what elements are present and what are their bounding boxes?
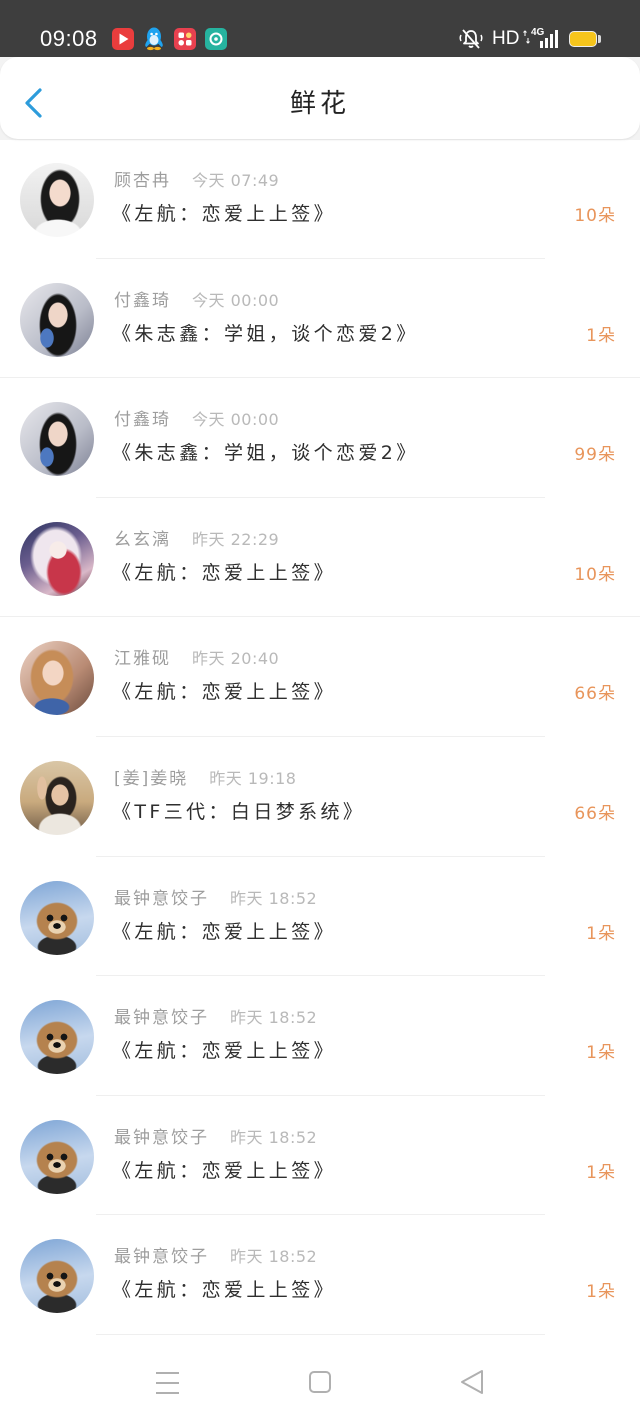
flower-count: 1朵 xyxy=(586,1043,616,1064)
book-title: 《朱志鑫：学姐，谈个恋爱2》 xyxy=(112,442,419,465)
item-meta: 最钟意饺子 昨天 18:52 xyxy=(114,1246,317,1268)
list-item[interactable]: 顾杏冉 今天 07:49 《左航：恋爱上上签》 10朵 xyxy=(0,139,640,259)
timestamp: 昨天 18:52 xyxy=(230,888,318,908)
data-arrows-icon xyxy=(523,29,530,44)
flower-count: 66朵 xyxy=(574,803,616,824)
book-title: 《左航：恋爱上上签》 xyxy=(112,920,337,943)
flower-count: 10朵 xyxy=(574,564,616,585)
recent-apps-button[interactable] xyxy=(151,1364,183,1396)
list-item[interactable]: 付鑫琦 今天 00:00 《朱志鑫：学姐，谈个恋爱2》 99朵 xyxy=(0,378,640,498)
battery-tip xyxy=(598,35,601,43)
timestamp: 今天 00:00 xyxy=(192,290,280,310)
avatar[interactable] xyxy=(20,760,94,835)
sender-name: [姜]姜晓 xyxy=(114,768,189,789)
book-title: 《朱志鑫：学姐，谈个恋爱2》 xyxy=(112,322,419,345)
timestamp: 今天 00:00 xyxy=(192,410,280,430)
item-meta: 最钟意饺子 昨天 18:52 xyxy=(114,1127,317,1149)
flower-count: 1朵 xyxy=(586,325,616,346)
flower-count: 99朵 xyxy=(574,445,616,466)
avatar[interactable] xyxy=(20,402,94,477)
menu-icon xyxy=(156,1372,179,1394)
hd-label: HD xyxy=(492,28,520,49)
list-item[interactable]: 幺玄漓 昨天 22:29 《左航：恋爱上上签》 10朵 xyxy=(0,498,640,618)
flower-count: 1朵 xyxy=(586,1162,616,1183)
sender-name: 最钟意饺子 xyxy=(114,1008,209,1029)
avatar[interactable] xyxy=(20,282,94,357)
avatar[interactable] xyxy=(20,163,94,237)
timestamp: 昨天 18:52 xyxy=(230,1247,318,1267)
avatar[interactable] xyxy=(20,641,94,716)
item-meta: [姜]姜晓 昨天 19:18 xyxy=(114,768,296,790)
list-item[interactable]: 付鑫琦 今天 00:00 《朱志鑫：学姐，谈个恋爱2》 1朵 xyxy=(0,259,640,379)
mute-icon xyxy=(457,27,485,51)
item-meta: 付鑫琦 今天 00:00 xyxy=(114,290,279,312)
system-nav-bar xyxy=(0,1342,640,1422)
avatar[interactable] xyxy=(20,1000,94,1075)
sender-name: 付鑫琦 xyxy=(114,410,171,431)
sender-name: 江雅砚 xyxy=(114,649,171,670)
gallery-app-icon xyxy=(174,28,196,50)
item-meta: 付鑫琦 今天 00:00 xyxy=(114,409,279,431)
chevron-left-icon xyxy=(25,88,42,118)
book-title: 《TF三代：白日梦系统》 xyxy=(112,800,366,823)
timestamp: 今天 07:49 xyxy=(192,171,280,190)
item-meta: 幺玄漓 昨天 22:29 xyxy=(114,529,279,551)
book-title: 《左航：恋爱上上签》 xyxy=(112,203,337,225)
flower-count: 66朵 xyxy=(574,684,616,705)
list-item[interactable]: 最钟意饺子 昨天 18:52 《左航：恋爱上上签》 1朵 xyxy=(0,1215,640,1335)
list-item[interactable]: 最钟意饺子 昨天 18:52 《左航：恋爱上上签》 1朵 xyxy=(0,976,640,1096)
avatar[interactable] xyxy=(20,1239,94,1314)
avatar[interactable] xyxy=(20,521,94,596)
video-app-icon xyxy=(112,28,134,50)
item-meta: 最钟意饺子 昨天 18:52 xyxy=(114,1007,317,1029)
item-meta: 江雅砚 昨天 20:40 xyxy=(114,648,279,670)
timestamp: 昨天 19:18 xyxy=(209,768,297,788)
avatar[interactable] xyxy=(20,1119,94,1194)
sender-name: 最钟意饺子 xyxy=(114,1127,209,1148)
page-title: 鲜花 xyxy=(289,89,350,119)
flower-list: 顾杏冉 今天 07:49 《左航：恋爱上上签》 10朵 付鑫琦 今天 00:00… xyxy=(0,139,640,1335)
home-button[interactable] xyxy=(304,1364,336,1396)
flower-count: 10朵 xyxy=(574,206,616,226)
timestamp: 昨天 20:40 xyxy=(192,649,280,669)
battery-icon xyxy=(569,31,597,47)
list-item[interactable]: [姜]姜晓 昨天 19:18 《TF三代：白日梦系统》 66朵 xyxy=(0,737,640,857)
sender-name: 最钟意饺子 xyxy=(114,1247,209,1268)
back-button[interactable] xyxy=(18,85,50,121)
header: 鲜花 xyxy=(0,57,640,139)
sender-name: 最钟意饺子 xyxy=(114,888,209,909)
book-title: 《左航：恋爱上上签》 xyxy=(112,1279,337,1302)
system-back-button[interactable] xyxy=(455,1364,487,1396)
qq-icon xyxy=(143,26,165,51)
home-icon xyxy=(309,1371,331,1393)
book-title: 《左航：恋爱上上签》 xyxy=(112,561,337,584)
list-item[interactable]: 最钟意饺子 昨天 18:52 《左航：恋爱上上签》 1朵 xyxy=(0,857,640,977)
status-time: 09:08 xyxy=(40,26,98,51)
status-bar: 09:08 HD 4G xyxy=(0,0,640,57)
signal-icon xyxy=(537,29,558,49)
flower-count: 1朵 xyxy=(586,923,616,944)
list-item[interactable]: 江雅砚 昨天 20:40 《左航：恋爱上上签》 66朵 xyxy=(0,617,640,737)
back-triangle-icon xyxy=(461,1370,483,1394)
sender-name: 付鑫琦 xyxy=(114,290,171,311)
book-title: 《左航：恋爱上上签》 xyxy=(112,1040,337,1063)
book-title: 《左航：恋爱上上签》 xyxy=(112,681,337,704)
timestamp: 昨天 22:29 xyxy=(192,529,280,549)
book-title: 《左航：恋爱上上签》 xyxy=(112,1159,337,1182)
timestamp: 昨天 18:52 xyxy=(230,1127,318,1147)
timestamp: 昨天 18:52 xyxy=(230,1008,318,1028)
teal-app-icon xyxy=(205,28,227,50)
avatar[interactable] xyxy=(20,880,94,955)
sender-name: 顾杏冉 xyxy=(114,171,171,191)
item-meta: 顾杏冉 今天 07:49 xyxy=(114,170,279,192)
list-item[interactable]: 最钟意饺子 昨天 18:52 《左航：恋爱上上签》 1朵 xyxy=(0,1096,640,1216)
sender-name: 幺玄漓 xyxy=(114,529,171,550)
flower-count: 1朵 xyxy=(586,1282,616,1303)
item-meta: 最钟意饺子 昨天 18:52 xyxy=(114,888,317,910)
